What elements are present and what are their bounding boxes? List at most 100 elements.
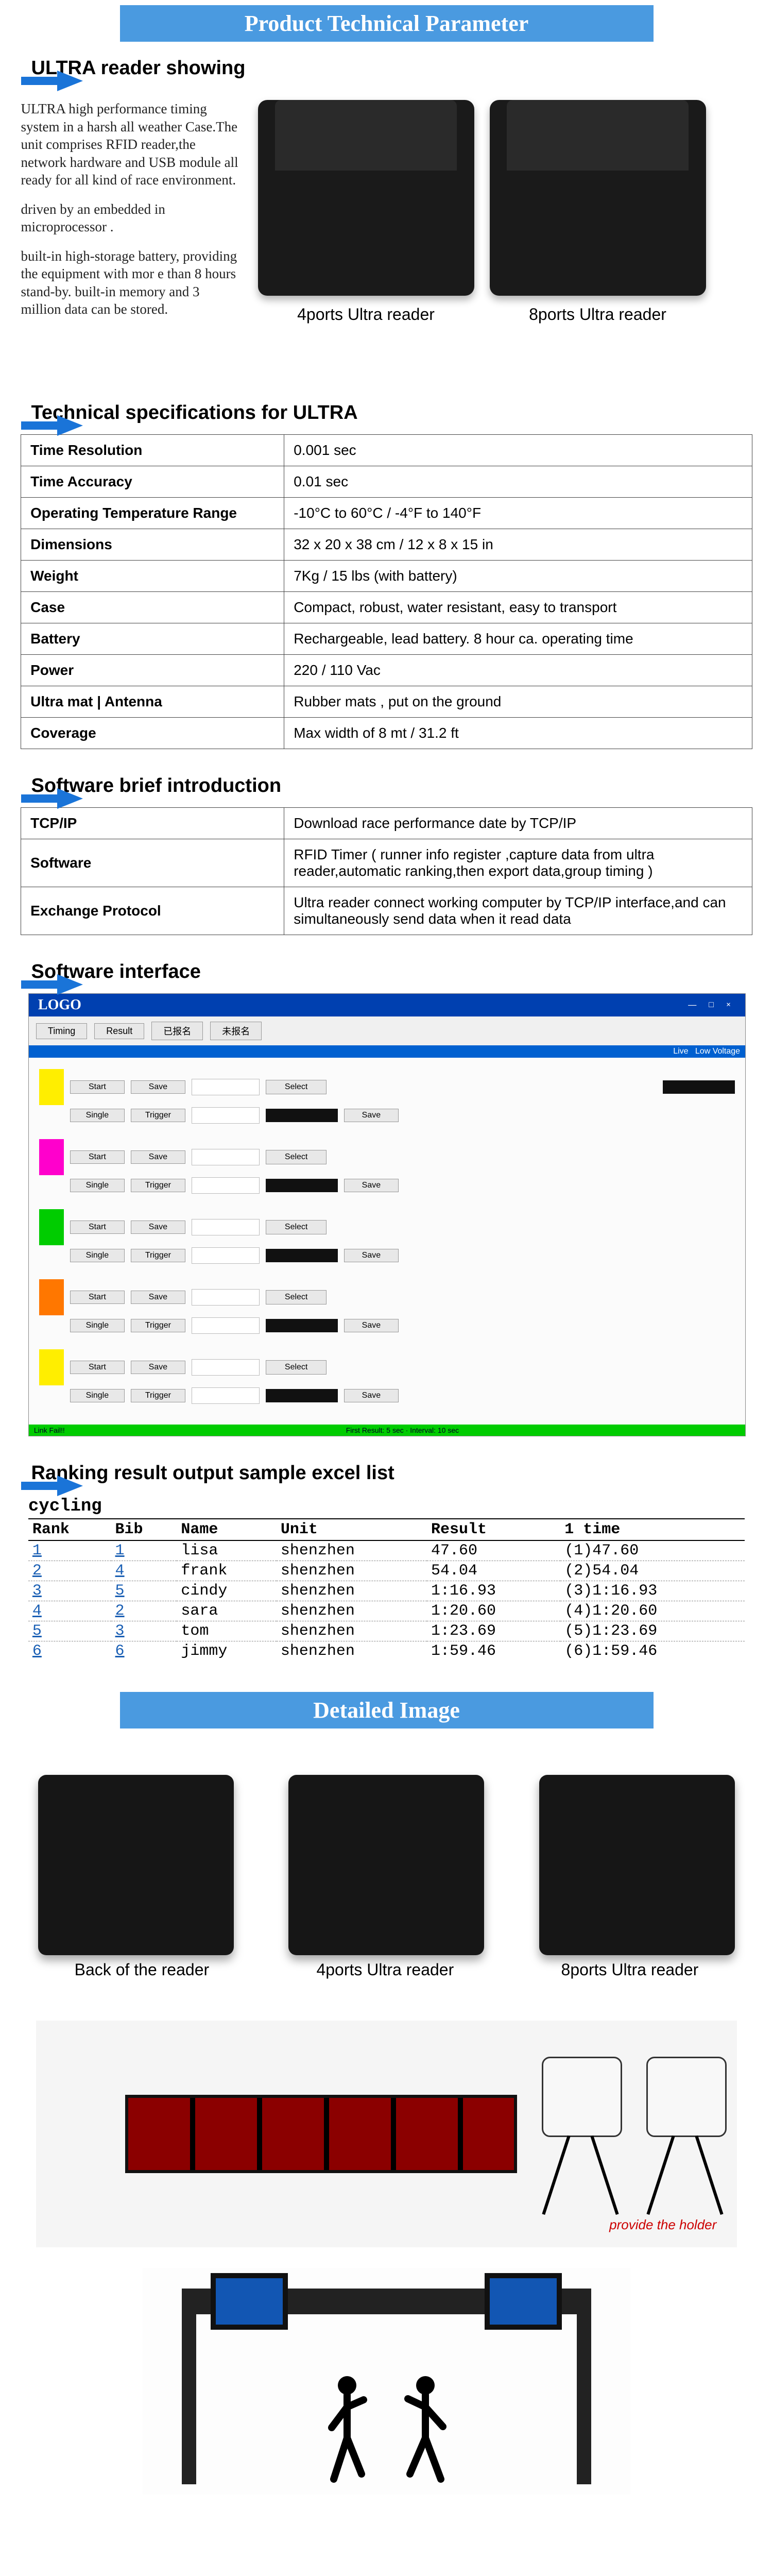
status-live: Live bbox=[673, 1047, 688, 1056]
intro-block: ULTRA high performance timing system in … bbox=[6, 90, 768, 340]
color-swatch bbox=[39, 1209, 64, 1245]
sw-footer-center: First Result: 5 sec · Interval: 10 sec bbox=[346, 1426, 459, 1434]
btn-single[interactable]: Single bbox=[70, 1319, 125, 1332]
reader-4p-image bbox=[258, 100, 474, 296]
sw-group-bot: Single Trigger Save bbox=[29, 1316, 745, 1335]
btn-trigger[interactable]: Trigger bbox=[131, 1319, 185, 1332]
table-row: 1 1 lisa shenzhen 47.60 (1)47.60 bbox=[28, 1540, 745, 1561]
btn-trigger[interactable]: Trigger bbox=[131, 1179, 185, 1192]
btn-save2[interactable]: Save bbox=[344, 1389, 399, 1402]
rank-header: Name bbox=[177, 1519, 277, 1540]
cell-bib: 6 bbox=[111, 1641, 177, 1662]
btn-save2[interactable]: Save bbox=[344, 1319, 399, 1332]
progress-bar bbox=[266, 1249, 338, 1262]
table-row: Exchange ProtocolUltra reader connect wo… bbox=[21, 887, 752, 935]
btn-select[interactable]: Select bbox=[266, 1290, 327, 1304]
mat-and-antenna-image: provide the holder bbox=[36, 2021, 737, 2247]
rank-header: Result bbox=[427, 1519, 560, 1540]
btn-start[interactable]: Start bbox=[70, 1221, 125, 1234]
btn-single[interactable]: Single bbox=[70, 1249, 125, 1262]
soft-val: Ultra reader connect working computer by… bbox=[284, 887, 752, 935]
value-slot bbox=[192, 1289, 260, 1306]
table-row: 6 6 jimmy shenzhen 1:59.46 (6)1:59.46 bbox=[28, 1641, 745, 1662]
table-row: Power220 / 110 Vac bbox=[21, 655, 752, 686]
color-swatch bbox=[39, 1279, 64, 1315]
btn-select[interactable]: Select bbox=[266, 1220, 327, 1234]
cell-name: cindy bbox=[177, 1581, 277, 1601]
btn-start[interactable]: Start bbox=[70, 1361, 125, 1374]
btn-save[interactable]: Save bbox=[131, 1361, 185, 1374]
spec-val: -10°C to 60°C / -4°F to 140°F bbox=[284, 498, 752, 529]
value-slot bbox=[192, 1317, 260, 1334]
cell-result: 47.60 bbox=[427, 1540, 560, 1561]
tb-btn-1[interactable]: Result bbox=[94, 1023, 144, 1039]
progress-bar bbox=[663, 1080, 735, 1094]
btn-trigger[interactable]: Trigger bbox=[131, 1389, 185, 1402]
btn-start[interactable]: Start bbox=[70, 1291, 125, 1304]
value-slot bbox=[192, 1219, 260, 1235]
btn-save2[interactable]: Save bbox=[344, 1109, 399, 1122]
btn-select[interactable]: Select bbox=[266, 1360, 327, 1375]
cell-t1: (5)1:23.69 bbox=[560, 1621, 745, 1641]
spec-key: Ultra mat | Antenna bbox=[21, 686, 284, 718]
sw-group-top: Start Save Select bbox=[29, 1138, 745, 1176]
heading-tech-spec-row: Technical specifications for ULTRA bbox=[21, 402, 768, 424]
spec-key: Weight bbox=[21, 561, 284, 592]
rank-header: Rank bbox=[28, 1519, 111, 1540]
runner-icon bbox=[400, 2371, 451, 2495]
cell-result: 1:16.93 bbox=[427, 1581, 560, 1601]
cell-rank: 1 bbox=[28, 1540, 111, 1561]
cell-unit: shenzhen bbox=[277, 1540, 427, 1561]
btn-start[interactable]: Start bbox=[70, 1150, 125, 1164]
table-row: Time Resolution0.001 sec bbox=[21, 435, 752, 466]
tb-btn-3[interactable]: 未报名 bbox=[210, 1022, 262, 1040]
btn-save[interactable]: Save bbox=[131, 1291, 185, 1304]
btn-save2[interactable]: Save bbox=[344, 1179, 399, 1192]
btn-start[interactable]: Start bbox=[70, 1080, 125, 1094]
btn-single[interactable]: Single bbox=[70, 1179, 125, 1192]
table-row: Software RFID Timer ( runner info regist… bbox=[21, 839, 752, 887]
cell-name: sara bbox=[177, 1601, 277, 1621]
btn-single[interactable]: Single bbox=[70, 1109, 125, 1122]
table-row: 4 2 sara shenzhen 1:20.60 (4)1:20.60 bbox=[28, 1601, 745, 1621]
heading-ultra-showing-row: ULTRA reader showing bbox=[21, 57, 768, 79]
btn-save2[interactable]: Save bbox=[344, 1249, 399, 1262]
btn-save[interactable]: Save bbox=[131, 1150, 185, 1164]
btn-single[interactable]: Single bbox=[70, 1389, 125, 1402]
label-back: Back of the reader bbox=[75, 1960, 209, 1979]
table-row: 2 4 frank shenzhen 54.04 (2)54.04 bbox=[28, 1561, 745, 1581]
sw-group-top: Start Save Select bbox=[29, 1348, 745, 1386]
sw-status-bar: Live Low Voltage bbox=[29, 1045, 745, 1058]
spec-key: Time Accuracy bbox=[21, 466, 284, 498]
heading-soft-intro-row: Software brief introduction bbox=[21, 775, 768, 797]
btn-select[interactable]: Select bbox=[266, 1080, 327, 1094]
value-slot bbox=[192, 1387, 260, 1404]
btn-save[interactable]: Save bbox=[131, 1080, 185, 1094]
value-slot bbox=[192, 1107, 260, 1124]
btn-save[interactable]: Save bbox=[131, 1221, 185, 1234]
spec-val: Compact, robust, water resistant, easy t… bbox=[284, 592, 752, 623]
tb-btn-2[interactable]: 已报名 bbox=[151, 1022, 203, 1040]
btn-trigger[interactable]: Trigger bbox=[131, 1109, 185, 1122]
color-swatch bbox=[39, 1349, 64, 1385]
table-row: CaseCompact, robust, water resistant, ea… bbox=[21, 592, 752, 623]
tech-spec-table: Time Resolution0.001 secTime Accuracy0.0… bbox=[21, 434, 752, 749]
label-4p: 4ports Ultra reader bbox=[316, 1960, 454, 1979]
sw-group-bot: Single Trigger Save bbox=[29, 1386, 745, 1405]
software-intro-table: TCP/IPDownload race performance date by … bbox=[21, 807, 752, 935]
spec-val: Max width of 8 mt / 31.2 ft bbox=[284, 718, 752, 749]
btn-select[interactable]: Select bbox=[266, 1150, 327, 1164]
cell-bib: 1 bbox=[111, 1540, 177, 1561]
tb-btn-0[interactable]: Timing bbox=[36, 1023, 87, 1039]
rank-header: Bib bbox=[111, 1519, 177, 1540]
value-slot bbox=[192, 1359, 260, 1376]
cell-unit: shenzhen bbox=[277, 1601, 427, 1621]
cell-result: 54.04 bbox=[427, 1561, 560, 1581]
banner-tech-param: Product Technical Parameter bbox=[120, 5, 654, 42]
btn-trigger[interactable]: Trigger bbox=[131, 1249, 185, 1262]
intro-p3: built-in high-storage battery, providing… bbox=[21, 247, 243, 318]
sw-footer-left: Link Fail!! bbox=[34, 1426, 65, 1434]
heading-soft-iface-row: Software interface bbox=[21, 961, 768, 983]
screen-icon bbox=[211, 2273, 288, 2330]
reader-8p-image bbox=[490, 100, 706, 296]
